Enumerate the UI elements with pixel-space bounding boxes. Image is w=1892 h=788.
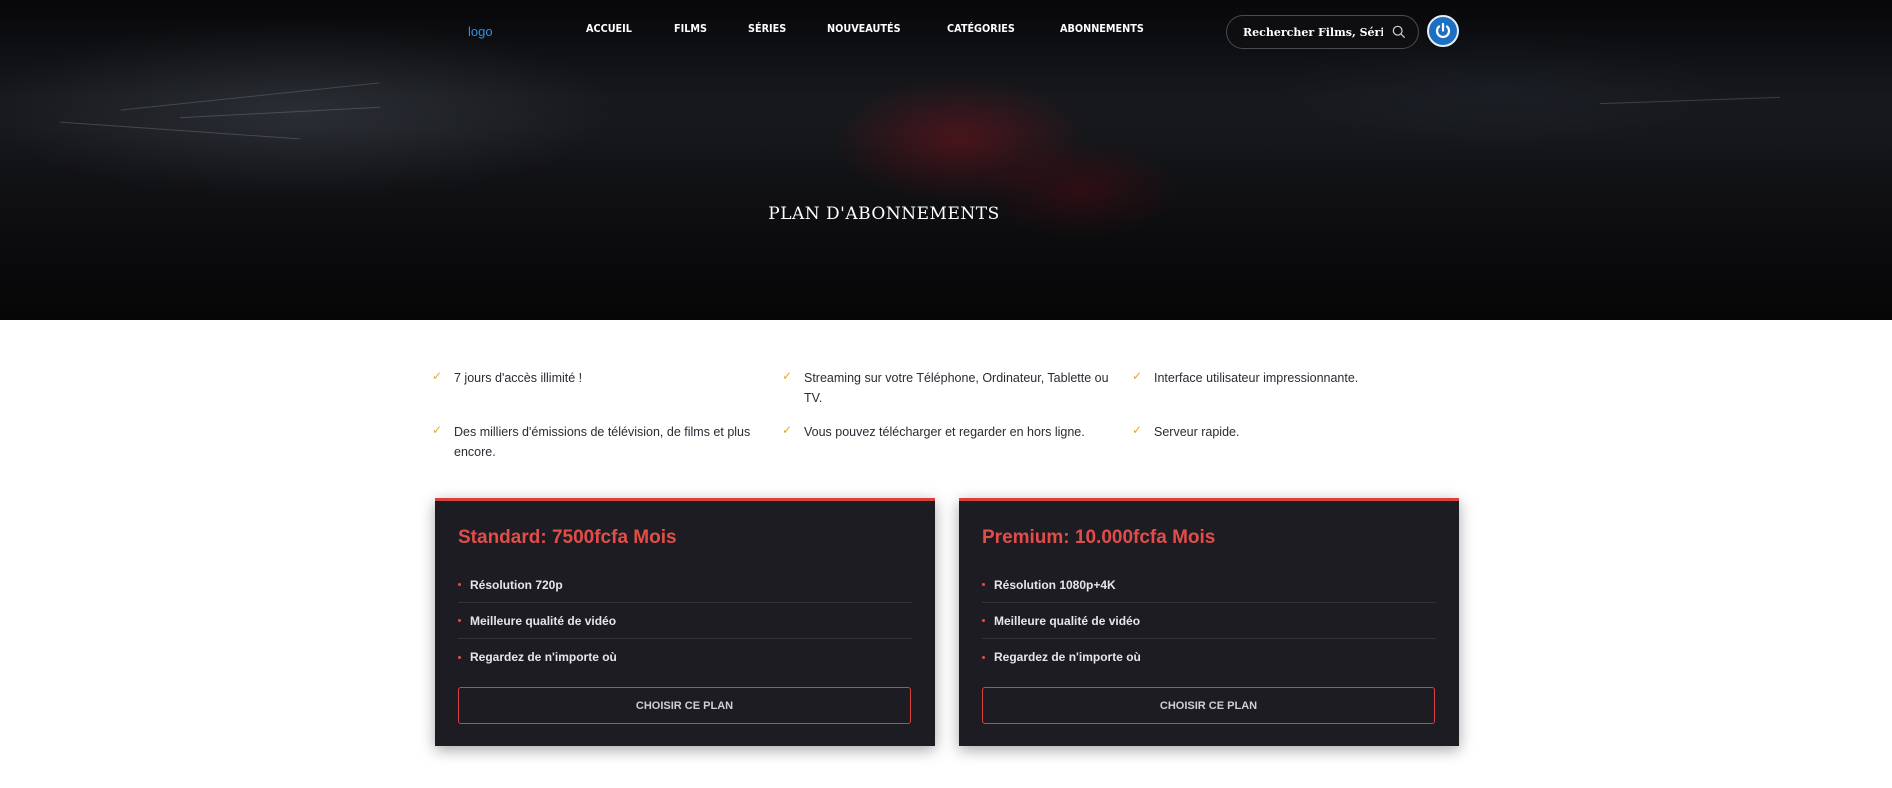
plan-title: Standard: 7500fcfa Mois (458, 527, 677, 548)
plan-feature-text: Résolution 720p (470, 577, 563, 592)
nav-item-categories[interactable]: CATÉGORIES (947, 22, 1015, 35)
search-input[interactable] (1243, 25, 1383, 39)
bullet-icon (458, 619, 461, 622)
page-title: PLAN D'ABONNEMENTS (768, 204, 1000, 224)
power-button[interactable] (1427, 15, 1459, 47)
site-logo[interactable]: logo (468, 24, 493, 39)
plan-feature-text: Meilleure qualité de vidéo (994, 613, 1141, 628)
feature-item: ✓ Des milliers d'émissions de télévision… (432, 422, 762, 462)
plan-feature: Regardez de n'importe où (458, 639, 912, 675)
feature-item: ✓ Serveur rapide. (1132, 422, 1462, 442)
plan-title: Premium: 10.000fcfa Mois (982, 527, 1216, 548)
plan-feature: Meilleure qualité de vidéo (982, 603, 1436, 639)
hero-banner: logo ACCUEIL FILMS SÉRIES NOUVEAUTÉS CAT… (0, 0, 1892, 320)
bullet-icon (458, 583, 461, 586)
plan-feature-text: Regardez de n'importe où (470, 650, 617, 664)
plan-card-premium: Premium: 10.000fcfa Mois Résolution 1080… (959, 498, 1459, 746)
search-box (1226, 15, 1419, 49)
feature-text: Streaming sur votre Téléphone, Ordinateu… (804, 371, 1109, 405)
check-icon: ✓ (782, 423, 793, 437)
choose-plan-button[interactable]: CHOISIR CE PLAN (458, 687, 911, 724)
plan-feature: Résolution 720p (458, 567, 912, 603)
feature-text: Vous pouvez télécharger et regarder en h… (804, 425, 1085, 439)
plan-feature: Résolution 1080p+4K (982, 567, 1436, 603)
feature-text: Interface utilisateur impressionnante. (1154, 371, 1359, 385)
feature-item: ✓ 7 jours d'accès illimité ! (432, 368, 762, 388)
bullet-icon (982, 583, 985, 586)
bullet-icon (982, 655, 985, 659)
check-icon: ✓ (1132, 423, 1143, 437)
check-icon: ✓ (432, 369, 443, 383)
plan-feature: Meilleure qualité de vidéo (458, 603, 912, 639)
nav-item-accueil[interactable]: ACCUEIL (586, 22, 632, 35)
plan-card-standard: Standard: 7500fcfa Mois Résolution 720p … (435, 498, 935, 746)
feature-text: Serveur rapide. (1154, 425, 1240, 439)
nav-item-films[interactable]: FILMS (674, 22, 707, 35)
feature-item: ✓ Streaming sur votre Téléphone, Ordinat… (782, 368, 1112, 408)
bullet-icon (458, 655, 461, 659)
choose-plan-button[interactable]: CHOISIR CE PLAN (982, 687, 1435, 724)
check-icon: ✓ (432, 423, 443, 437)
plan-feature: Regardez de n'importe où (982, 639, 1436, 675)
plan-feature-text: Regardez de n'importe où (994, 650, 1141, 664)
feature-item: ✓ Interface utilisateur impressionnante. (1132, 368, 1462, 388)
hero-overlay (0, 0, 1892, 320)
plan-feature-text: Meilleure qualité de vidéo (470, 613, 617, 628)
check-icon: ✓ (782, 369, 793, 383)
feature-text: Des milliers d'émissions de télévision, … (454, 425, 751, 459)
search-icon[interactable] (1392, 25, 1406, 39)
power-icon (1435, 22, 1451, 38)
nav-item-abonnements[interactable]: ABONNEMENTS (1060, 22, 1144, 35)
bullet-icon (982, 619, 985, 622)
feature-item: ✓ Vous pouvez télécharger et regarder en… (782, 422, 1112, 442)
main-nav: ACCUEIL FILMS SÉRIES NOUVEAUTÉS CATÉGORI… (586, 22, 1191, 35)
nav-item-nouveautes[interactable]: NOUVEAUTÉS (827, 22, 901, 35)
plan-feature-text: Résolution 1080p+4K (994, 577, 1116, 592)
nav-item-series[interactable]: SÉRIES (748, 22, 786, 35)
check-icon: ✓ (1132, 369, 1143, 383)
feature-text: 7 jours d'accès illimité ! (454, 371, 583, 385)
